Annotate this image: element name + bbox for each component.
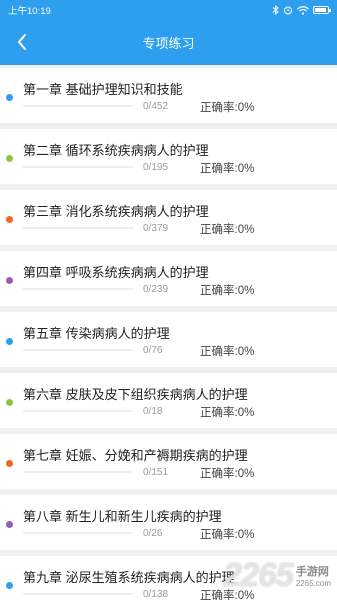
bullet-dot-icon	[6, 460, 13, 467]
chapter-item[interactable]: 第二章 循环系统疾病病人的护理 0/195 正确率:0%	[0, 129, 337, 184]
chapter-item[interactable]: 第七章 妊娠、分娩和产褥期疾病的护理 0/151 正确率:0%	[0, 434, 337, 489]
back-button[interactable]	[6, 26, 38, 58]
chapter-title: 第六章 皮肤及皮下组织疾病病人的护理	[23, 387, 248, 402]
accuracy-rate: 正确率:0%	[200, 407, 255, 419]
progress-bar	[23, 471, 133, 473]
question-count: 0/379	[143, 223, 169, 234]
chapter-item[interactable]: 第八章 新生儿和新生儿疾病的护理 0/26 正确率:0%	[0, 495, 337, 550]
chapter-item[interactable]: 第三章 消化系统疾病病人的护理 0/379 正确率:0%	[0, 190, 337, 245]
chapter-title: 第三章 消化系统疾病病人的护理	[23, 204, 209, 219]
chapter-title: 第七章 妊娠、分娩和产褥期疾病的护理	[23, 448, 248, 463]
progress-bar	[23, 593, 133, 595]
chevron-left-icon	[18, 34, 26, 50]
question-count: 0/138	[143, 589, 169, 600]
question-count: 0/18	[143, 406, 163, 417]
accuracy-rate: 正确率:0%	[200, 224, 255, 236]
progress-bar	[23, 166, 133, 168]
progress-bar	[23, 105, 133, 107]
chapter-list: 第一章 基础护理知识和技能 0/452 正确率:0% 第二章 循环系统疾病病人的…	[0, 65, 337, 600]
chapter-item[interactable]: 第九章 泌尿生殖系统疾病病人的护理 0/138 正确率:0%	[0, 556, 337, 600]
accuracy-rate: 正确率:0%	[200, 529, 255, 541]
bullet-dot-icon	[6, 155, 13, 162]
chapter-title: 第一章 基础护理知识和技能	[23, 82, 183, 97]
wifi-icon	[297, 5, 309, 15]
question-count: 0/151	[143, 467, 169, 478]
bullet-dot-icon	[6, 216, 13, 223]
question-count: 0/195	[143, 162, 169, 173]
progress-bar	[23, 532, 133, 534]
alarm-icon	[284, 6, 292, 15]
bullet-dot-icon	[6, 399, 13, 406]
chapter-title: 第四章 呼吸系统疾病病人的护理	[23, 265, 209, 280]
accuracy-rate: 正确率:0%	[200, 590, 255, 600]
question-count: 0/452	[143, 101, 169, 112]
bullet-dot-icon	[6, 277, 13, 284]
chapter-item[interactable]: 第五章 传染病病人的护理 0/76 正确率:0%	[0, 312, 337, 367]
question-count: 0/26	[143, 528, 163, 539]
chapter-item[interactable]: 第一章 基础护理知识和技能 0/452 正确率:0%	[0, 68, 337, 123]
progress-bar	[23, 288, 133, 290]
chapter-item[interactable]: 第六章 皮肤及皮下组织疾病病人的护理 0/18 正确率:0%	[0, 373, 337, 428]
question-count: 0/76	[143, 345, 163, 356]
accuracy-rate: 正确率:0%	[200, 346, 255, 358]
chapter-title: 第二章 循环系统疾病病人的护理	[23, 143, 209, 158]
accuracy-rate: 正确率:0%	[200, 102, 255, 114]
progress-bar	[23, 410, 133, 412]
bluetooth-icon	[272, 5, 279, 15]
chapter-title: 第九章 泌尿生殖系统疾病病人的护理	[23, 570, 235, 585]
status-bar: 上午10:19	[0, 0, 337, 20]
battery-icon	[313, 6, 331, 14]
question-count: 0/239	[143, 284, 169, 295]
accuracy-rate: 正确率:0%	[200, 163, 255, 175]
progress-bar	[23, 227, 133, 229]
chapter-item[interactable]: 第四章 呼吸系统疾病病人的护理 0/239 正确率:0%	[0, 251, 337, 306]
chapter-title: 第八章 新生儿和新生儿疾病的护理	[23, 509, 222, 524]
status-time: 上午10:19	[8, 6, 51, 17]
bullet-dot-icon	[6, 521, 13, 528]
app-header: 专项练习	[0, 20, 337, 65]
status-icons	[272, 5, 331, 15]
bullet-dot-icon	[6, 94, 13, 101]
progress-bar	[23, 349, 133, 351]
bullet-dot-icon	[6, 338, 13, 345]
bullet-dot-icon	[6, 582, 13, 589]
page-title: 专项练习	[142, 36, 195, 51]
accuracy-rate: 正确率:0%	[200, 285, 255, 297]
accuracy-rate: 正确率:0%	[200, 468, 255, 480]
chapter-title: 第五章 传染病病人的护理	[23, 326, 170, 341]
